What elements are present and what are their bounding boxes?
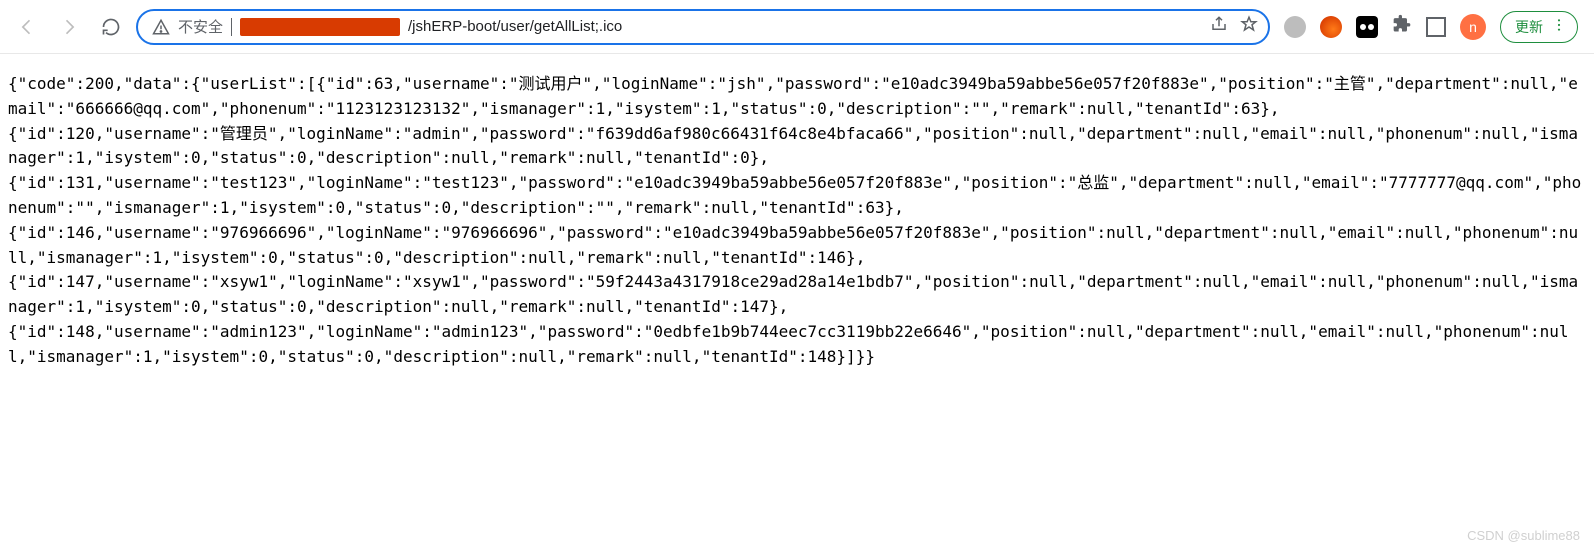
extensions-puzzle-icon[interactable] [1392,14,1412,39]
side-panel-icon[interactable] [1426,17,1446,37]
watermark: CSDN @sublime88 [1467,528,1580,543]
extensions-area: n 更新 [1278,11,1584,43]
address-separator [231,18,232,36]
address-bar[interactable]: 不安全 /jshERP-boot/user/getAllList;.ico [136,9,1270,45]
forward-button[interactable] [52,10,86,44]
bookmark-star-icon[interactable] [1240,15,1258,38]
redacted-host [240,18,400,36]
share-icon[interactable] [1210,15,1228,38]
update-button[interactable]: 更新 [1500,11,1578,43]
address-bar-actions [1210,15,1258,38]
profile-avatar[interactable]: n [1460,14,1486,40]
json-response-text: {"code":200,"data":{"userList":[{"id":63… [8,72,1586,370]
menu-dots-icon [1551,17,1567,36]
back-button[interactable] [10,10,44,44]
not-secure-label: 不安全 [178,16,223,37]
reload-button[interactable] [94,10,128,44]
browser-toolbar: 不安全 /jshERP-boot/user/getAllList;.ico n … [0,0,1594,54]
url-path: /jshERP-boot/user/getAllList;.ico [408,18,1202,35]
update-label: 更新 [1515,17,1543,37]
extension-icon-2[interactable] [1320,16,1342,38]
extension-icon-3[interactable] [1356,16,1378,38]
not-secure-icon [152,18,170,36]
page-content: {"code":200,"data":{"userList":[{"id":63… [0,54,1594,388]
extension-icon-1[interactable] [1284,16,1306,38]
